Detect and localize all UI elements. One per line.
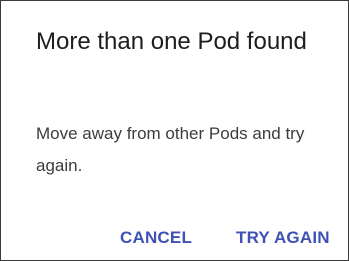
dialog-message: Move away from other Pods and try again. — [36, 124, 305, 175]
try-again-button[interactable]: TRY AGAIN — [236, 227, 330, 249]
dialog-title: More than one Pod found — [36, 28, 307, 55]
cancel-button[interactable]: CANCEL — [120, 227, 192, 249]
alert-dialog: More than one Pod found Move away from o… — [0, 0, 349, 261]
